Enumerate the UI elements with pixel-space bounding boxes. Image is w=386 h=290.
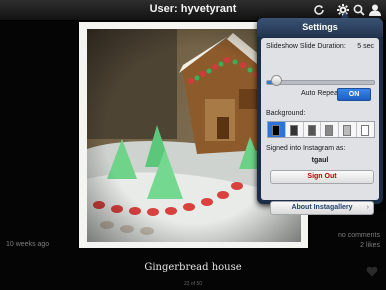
swatch-color	[343, 125, 352, 136]
slideshow-duration-value: 5 sec	[357, 43, 374, 50]
refresh-icon[interactable]	[312, 3, 326, 17]
photo-caption: Gingerbread house	[144, 262, 242, 273]
swatch-color	[272, 125, 280, 136]
background-swatch-4[interactable]	[321, 122, 340, 137]
background-label: Background:	[266, 110, 306, 117]
swatch-color	[325, 125, 334, 136]
user-icon[interactable]	[367, 3, 383, 17]
about-button[interactable]: About Instagallery ›	[270, 201, 374, 215]
about-button-label: About Instagallery	[291, 204, 353, 211]
background-swatch-2[interactable]	[286, 122, 304, 137]
signed-in-username: tgaul	[311, 157, 329, 164]
settings-panel: Slideshow Slide Duration: 5 sec Auto Rep…	[261, 38, 379, 215]
settings-title: Settings	[302, 22, 338, 32]
background-swatch-3[interactable]	[304, 122, 322, 137]
sign-out-button[interactable]: Sign Out	[270, 170, 374, 184]
slider-handle[interactable]	[271, 75, 282, 86]
auto-repeat-toggle[interactable]: ON	[337, 88, 371, 101]
signed-in-label: Signed into Instagram as:	[266, 145, 346, 152]
posted-time: 10 weeks ago	[6, 241, 50, 248]
swatch-color	[307, 125, 316, 136]
heart-icon[interactable]	[366, 264, 378, 277]
settings-popover: Settings Slideshow Slide Duration: 5 sec…	[257, 18, 383, 215]
page-title: User: hyvetyrant	[149, 3, 237, 15]
swatch-color	[361, 125, 370, 136]
photo-counter: 22 of 50	[183, 281, 203, 287]
settings-header: Settings	[257, 18, 383, 37]
search-icon[interactable]	[352, 3, 366, 17]
slideshow-duration-label: Slideshow Slide Duration:	[266, 43, 346, 50]
slideshow-duration-slider[interactable]	[266, 80, 375, 85]
swatch-color	[289, 125, 298, 136]
auto-repeat-label: Auto Repeat	[301, 90, 340, 97]
comments-count[interactable]: no comments	[338, 232, 380, 239]
background-swatch-5[interactable]	[339, 122, 358, 137]
likes-count[interactable]: 2 likes	[360, 242, 380, 249]
background-swatch-1[interactable]	[268, 122, 286, 137]
background-swatch-picker[interactable]	[267, 121, 375, 138]
background-swatch-6[interactable]	[357, 122, 374, 137]
chevron-right-icon: ›	[366, 204, 369, 211]
